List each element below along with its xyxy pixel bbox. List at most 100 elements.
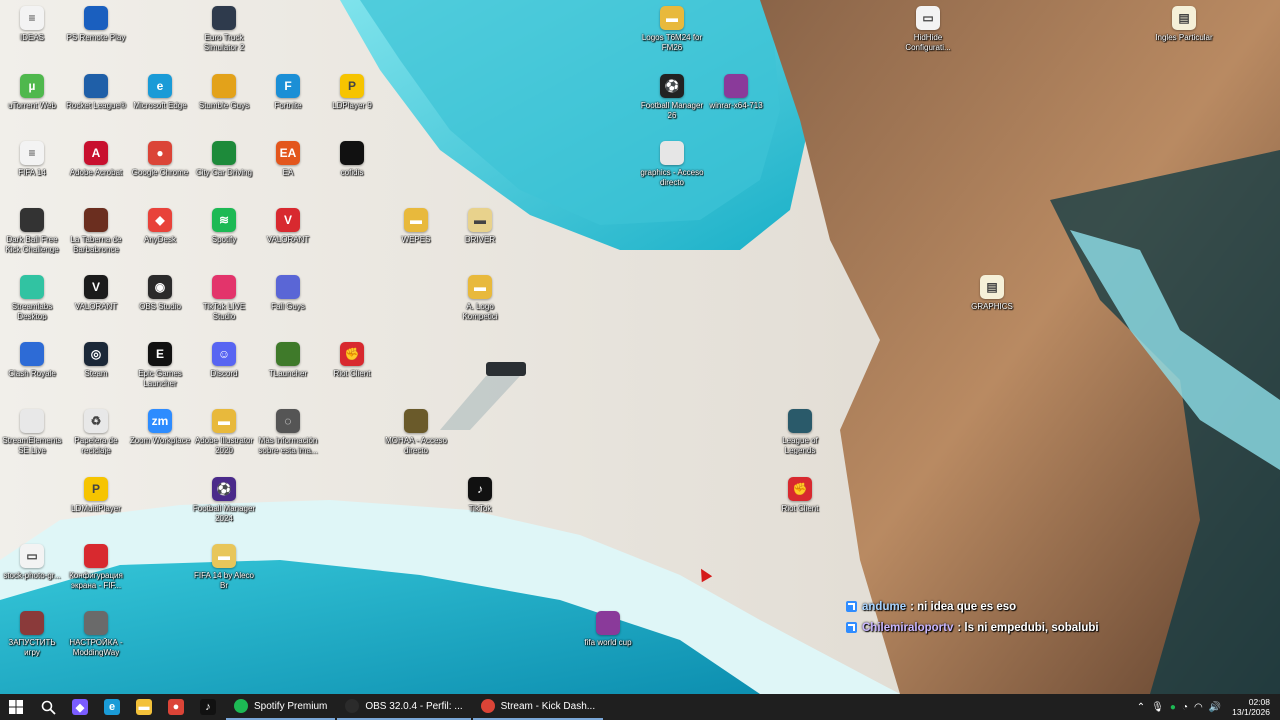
desktop-icon[interactable]: ◌ Más información sobre esta ima... — [256, 405, 320, 469]
desktop-icon[interactable]: StreamElements SE.Live — [0, 405, 64, 469]
epic-games-icon: E — [148, 342, 172, 366]
desktop-icon[interactable]: E Epic Games Launcher — [128, 338, 192, 402]
desktop-icon[interactable]: ⚽ Football Manager 2024 — [192, 473, 256, 537]
desktop-icon[interactable]: Stumble Guys — [192, 70, 256, 134]
desktop-icon[interactable]: Конфигурация экрана - FIF... — [64, 540, 128, 604]
taskbar-app-button[interactable]: Spotify Premium — [226, 694, 336, 720]
desktop-icon[interactable]: winrar-x64-713 — [704, 70, 768, 134]
desktop-icon[interactable]: ▭ stock-photo-gr... — [0, 540, 64, 604]
desktop-icon[interactable]: Fall Guys — [256, 271, 320, 335]
desktop-icon[interactable]: ▬ A. Logo Kompetici — [448, 271, 512, 335]
desktop-icon-label: Ingles Particular — [1155, 33, 1213, 42]
football-manager-icon: ⚽ — [212, 477, 236, 501]
desktop-icon[interactable]: ▭ HidHide Configurati... — [896, 2, 960, 66]
desktop-icon[interactable]: P LDMultiPlayer — [64, 473, 128, 537]
desktop-icon[interactable]: ▬ FIFA 14 by Aleco Br — [192, 540, 256, 604]
desktop-icon[interactable]: ≡ FIFA 14 — [0, 137, 64, 201]
desktop-icon[interactable]: ≋ Spotify — [192, 204, 256, 268]
taskbar-pinned-edge-icon[interactable]: e — [96, 694, 128, 720]
desktop-icon[interactable]: e Microsoft Edge — [128, 70, 192, 134]
desktop-icon[interactable]: PS Remote Play — [64, 2, 128, 66]
desktop-icon[interactable]: ◆ AnyDesk — [128, 204, 192, 268]
app-tray-icon[interactable]: ● — [1170, 702, 1176, 713]
desktop-icon[interactable]: Rocket League® — [64, 70, 128, 134]
clock[interactable]: 02:08 13/1/2026 — [1232, 697, 1270, 717]
taskbar-pinned-tiktok-icon[interactable]: ♪ — [192, 694, 224, 720]
network-icon[interactable]: ◔ — [1182, 702, 1188, 713]
desktop-icon-label: AnyDesk — [143, 235, 176, 244]
microphone-icon[interactable]: 🎙 — [1151, 702, 1164, 713]
clock-time: 02:08 — [1248, 697, 1270, 707]
file-explorer-icon: ▬ — [136, 699, 152, 715]
desktop-icon[interactable]: F Fortnite — [256, 70, 320, 134]
taskbar-app-button[interactable]: Stream - Kick Dash... — [472, 694, 604, 720]
desktop-icon-label: DRIVER — [464, 235, 496, 244]
chat-text: ni idea que es eso — [917, 600, 1017, 613]
file-icon: ▭ — [20, 544, 44, 568]
desktop-icon-label: Streamlabs Desktop — [11, 302, 53, 321]
desktop-icon[interactable]: MOHAA - Acceso directo — [384, 405, 448, 469]
taskbar-pinned-chrome-icon[interactable]: ● — [160, 694, 192, 720]
desktop[interactable]: ≡ IDEAS PS Remote Play Euro Truck Simulator… — [0, 0, 1280, 694]
desktop-icon[interactable]: V VALORANT — [256, 204, 320, 268]
fifa-config-icon — [84, 544, 108, 568]
desktop-icon[interactable]: ♪ TikTok — [448, 473, 512, 537]
desktop-icon[interactable]: League of Legends — [768, 405, 832, 469]
desktop-icon[interactable]: ☺ Discord — [192, 338, 256, 402]
desktop-icon[interactable]: fifa world cup — [576, 607, 640, 671]
taskbar-app-button[interactable]: OBS 32.0.4 - Perfil: ... — [337, 694, 471, 720]
windows-start-icon[interactable] — [0, 694, 32, 720]
ldplayer-icon: P — [340, 74, 364, 98]
desktop-icon[interactable]: ▤ Ingles Particular — [1152, 2, 1216, 66]
desktop-icon[interactable]: TikTok LIVE Studio — [192, 271, 256, 335]
desktop-icon[interactable]: ≡ IDEAS — [0, 2, 64, 66]
desktop-icon[interactable]: ▬ DRIVER — [448, 204, 512, 268]
desktop-icon[interactable]: ▬ Logos T6M24 for FM26 — [640, 2, 704, 66]
desktop-icon[interactable]: Euro Truck Simulator 2 — [192, 2, 256, 66]
desktop-icon[interactable]: graphics - Acceso directo — [640, 137, 704, 201]
desktop-icon-label: MOHAA - Acceso directo — [385, 436, 447, 455]
desktop-icon-label: Discord — [210, 369, 238, 378]
desktop-icon[interactable]: zm Zoom Workplace — [128, 405, 192, 469]
desktop-icon[interactable]: НАСТРОЙКА - ModdingWay — [64, 607, 128, 671]
desktop-icon[interactable]: ✊ Riot Client — [320, 338, 384, 402]
desktop-icon[interactable]: µ uTorrent Web — [0, 70, 64, 134]
desktop-icon[interactable]: Dark Ball Free Kick Challenge — [0, 204, 64, 268]
desktop-icon-label: graphics - Acceso directo — [640, 168, 704, 187]
volume-icon[interactable]: 🔊 — [1209, 702, 1221, 713]
desktop-icon-label: uTorrent Web — [8, 101, 56, 110]
desktop-icon[interactable]: ◉ OBS Studio — [128, 271, 192, 335]
desktop-icon[interactable]: ЗАПУСТИТЬ игру — [0, 607, 64, 671]
fall-guys-icon — [276, 275, 300, 299]
desktop-icon[interactable]: A Adobe Acrobat — [64, 137, 128, 201]
rocket-league-icon — [84, 74, 108, 98]
wifi-icon[interactable]: ◠ — [1194, 702, 1203, 713]
desktop-icon[interactable]: La Taberna de Barbabronce — [64, 204, 128, 268]
desktop-icon[interactable]: ▬ WEPES — [384, 204, 448, 268]
desktop-icon[interactable]: ▤ GRAPHICS — [960, 271, 1024, 335]
desktop-icon-label: НАСТРОЙКА - ModdingWay — [69, 638, 123, 657]
document-icon: ▤ — [1172, 6, 1196, 30]
desktop-icon[interactable]: Clash Royale — [0, 338, 64, 402]
desktop-icon[interactable]: ▬ Adobe Illustrator 2020 — [192, 405, 256, 469]
desktop-icon[interactable]: ◎ Steam — [64, 338, 128, 402]
desktop-icon[interactable]: V VALORANT — [64, 271, 128, 335]
search-icon[interactable] — [32, 694, 64, 720]
desktop-icon[interactable]: ♻ Papelera de reciclaje — [64, 405, 128, 469]
desktop-icon[interactable]: ● Google Chrome — [128, 137, 192, 201]
desktop-icon[interactable]: ✊ Riot Client — [768, 473, 832, 537]
obs-icon: ◉ — [148, 275, 172, 299]
taskbar-pinned-copilot-icon[interactable]: ◆ — [64, 694, 96, 720]
desktop-icon[interactable]: ⚽ Football Manager 26 — [640, 70, 704, 134]
taskbar-pinned-file-explorer-icon[interactable]: ▬ — [128, 694, 160, 720]
desktop-icon[interactable]: EA EA — [256, 137, 320, 201]
text-file-icon: ≡ — [20, 141, 44, 165]
desktop-icon-label: Clash Royale — [8, 369, 56, 378]
desktop-icon[interactable]: P LDPlayer 9 — [320, 70, 384, 134]
desktop-icon[interactable]: cofidis — [320, 137, 384, 201]
desktop-icon[interactable]: TLauncher — [256, 338, 320, 402]
chevron-up-icon[interactable]: ⌃ — [1137, 702, 1145, 713]
desktop-icon[interactable]: City Car Driving — [192, 137, 256, 201]
desktop-icon[interactable]: Streamlabs Desktop — [0, 271, 64, 335]
desktop-icon-label: Riot Client — [333, 369, 371, 378]
